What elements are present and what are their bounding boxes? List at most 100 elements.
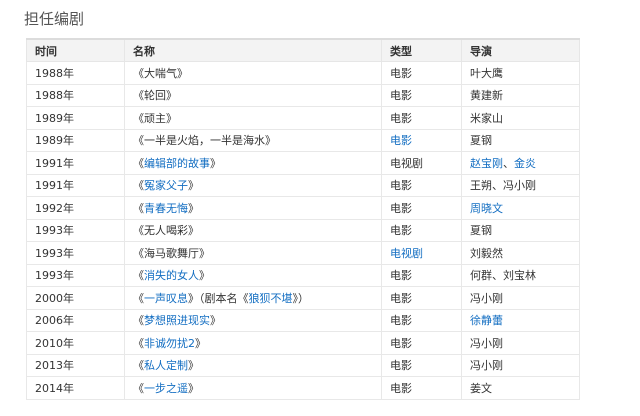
cell-title-link[interactable]: 非诚勿扰2	[144, 337, 195, 350]
cell-year: 2014年	[26, 376, 125, 400]
cell-title-text: 《	[133, 201, 144, 215]
cell-title-link[interactable]: 一步之遥	[144, 382, 188, 395]
cell-director-link[interactable]: 周晓文	[470, 202, 503, 215]
cell-director: 王朔、冯小刚	[461, 173, 580, 197]
cell-year: 2013年	[26, 353, 125, 377]
cell-title-link[interactable]: 消失的女人	[144, 269, 199, 282]
cell-title-text: 《	[133, 156, 144, 170]
cell-title-link[interactable]: 私人定制	[144, 359, 188, 372]
cell-title: 《编辑部的故事》	[124, 151, 382, 175]
cell-title-link[interactable]: 编辑部的故事	[144, 157, 210, 170]
cell-type: 电影	[381, 218, 462, 242]
table-body: 1988年 《大喘气》 电影 叶大鹰 1988年 《轮回》 电影 黄建新 1989年 《顽主》 电影…	[26, 61, 580, 400]
cell-type: 电影	[381, 173, 462, 197]
cell-title: 《顽主》	[124, 106, 382, 130]
cell-director: 周晓文	[461, 196, 580, 220]
cell-type: 电视剧	[381, 151, 462, 175]
cell-title-text: 》	[188, 179, 199, 193]
cell-year: 1989年	[26, 106, 125, 130]
cell-director: 赵宝刚、金炎	[461, 151, 580, 175]
cell-director-text: 何群、刘宝林	[470, 269, 536, 283]
table-row: 1993年 《无人喝彩》 电影 夏钢	[26, 218, 580, 242]
cell-type-text: 电影	[390, 381, 412, 395]
cell-type: 电影	[381, 128, 462, 152]
cell-type-text: 电影	[390, 314, 412, 328]
cell-title-text: 《一半是火焰，一半是海水》	[133, 134, 276, 148]
cell-type-text: 电影	[390, 201, 412, 215]
cell-director: 黄建新	[461, 83, 580, 107]
table-row: 2014年 《一步之遥》 电影 姜文	[26, 376, 580, 400]
cell-year: 1993年	[26, 241, 125, 265]
cell-director-link[interactable]: 赵宝刚	[470, 157, 503, 170]
cell-type-text: 电影	[390, 359, 412, 373]
cell-title: 《青春无悔》	[124, 196, 382, 220]
cell-year: 1991年	[26, 151, 125, 175]
cell-year: 1989年	[26, 128, 125, 152]
cell-type-text: 电影	[390, 179, 412, 193]
table-row: 2000年 《一声叹息》（剧本名《狼狈不堪》） 电影 冯小刚	[26, 286, 580, 310]
cell-title-text: 》	[199, 269, 210, 283]
cell-director-text: 夏钢	[470, 224, 492, 238]
cell-director: 冯小刚	[461, 286, 580, 310]
header-type: 类型	[381, 38, 462, 62]
cell-type: 电影	[381, 263, 462, 287]
cell-title-link[interactable]: 冤家父子	[144, 179, 188, 192]
cell-type: 电影	[381, 308, 462, 332]
cell-director-text: 黄建新	[470, 89, 503, 103]
table-header-row: 时间 名称 类型 导演	[26, 38, 580, 62]
cell-director: 冯小刚	[461, 353, 580, 377]
cell-title-text: 《	[133, 269, 144, 283]
cell-title: 《一步之遥》	[124, 376, 382, 400]
cell-type-text: 电影	[390, 111, 412, 125]
cell-type-text: 电视剧	[390, 156, 423, 170]
table-row: 1991年 《编辑部的故事》 电视剧 赵宝刚、金炎	[26, 151, 580, 175]
table-row: 1993年 《消失的女人》 电影 何群、刘宝林	[26, 263, 580, 287]
header-year: 时间	[26, 38, 125, 62]
cell-title: 《冤家父子》	[124, 173, 382, 197]
table-row: 1992年 《青春无悔》 电影 周晓文	[26, 196, 580, 220]
cell-type: 电影	[381, 83, 462, 107]
table-row: 1989年 《顽主》 电影 米家山	[26, 106, 580, 130]
cell-title-text: 》）	[292, 291, 310, 305]
cell-title-text: 《	[133, 381, 144, 395]
cell-title-link[interactable]: 青春无悔	[144, 202, 188, 215]
cell-title-link[interactable]: 狼狈不堪	[249, 292, 293, 305]
cell-director: 徐静蕾	[461, 308, 580, 332]
cell-year: 1991年	[26, 173, 125, 197]
cell-title-text: 《	[133, 314, 144, 328]
cell-director-text: 米家山	[470, 111, 503, 125]
cell-title-link[interactable]: 一声叹息	[144, 292, 188, 305]
cell-type-text: 电影	[390, 336, 412, 350]
cell-title-text: 《轮回》	[133, 89, 177, 103]
cell-type-link[interactable]: 电影	[390, 134, 412, 147]
cell-title-link[interactable]: 梦想照进现实	[144, 314, 210, 327]
cell-director: 刘毅然	[461, 241, 580, 265]
cell-director: 姜文	[461, 376, 580, 400]
cell-title: 《大喘气》	[124, 61, 382, 85]
cell-director-link[interactable]: 徐静蕾	[470, 314, 503, 327]
cell-type: 电视剧	[381, 241, 462, 265]
cell-type: 电影	[381, 353, 462, 377]
cell-type: 电影	[381, 106, 462, 130]
cell-director-text: 叶大鹰	[470, 66, 503, 80]
cell-director-link[interactable]: 金炎	[514, 157, 536, 170]
cell-title: 《非诚勿扰2》	[124, 331, 382, 355]
table-row: 2006年 《梦想照进现实》 电影 徐静蕾	[26, 308, 580, 332]
cell-title-text: 《顽主》	[133, 111, 177, 125]
cell-title-text: 《	[133, 359, 144, 373]
cell-title-text: 《海马歌舞厅》	[133, 246, 210, 260]
table-row: 1993年 《海马歌舞厅》 电视剧 刘毅然	[26, 241, 580, 265]
cell-year: 2006年	[26, 308, 125, 332]
cell-title-text: 》	[210, 156, 221, 170]
cell-year: 2000年	[26, 286, 125, 310]
table-row: 2010年 《非诚勿扰2》 电影 冯小刚	[26, 331, 580, 355]
table-row: 2013年 《私人定制》 电影 冯小刚	[26, 353, 580, 377]
cell-title-text: 《无人喝彩》	[133, 224, 199, 238]
cell-director: 何群、刘宝林	[461, 263, 580, 287]
cell-title-text: 《	[133, 336, 144, 350]
cell-director-text: 冯小刚	[470, 336, 503, 350]
table-row: 1988年 《大喘气》 电影 叶大鹰	[26, 61, 580, 85]
cell-type-link[interactable]: 电视剧	[390, 247, 423, 260]
cell-type: 电影	[381, 286, 462, 310]
header-director: 导演	[461, 38, 580, 62]
